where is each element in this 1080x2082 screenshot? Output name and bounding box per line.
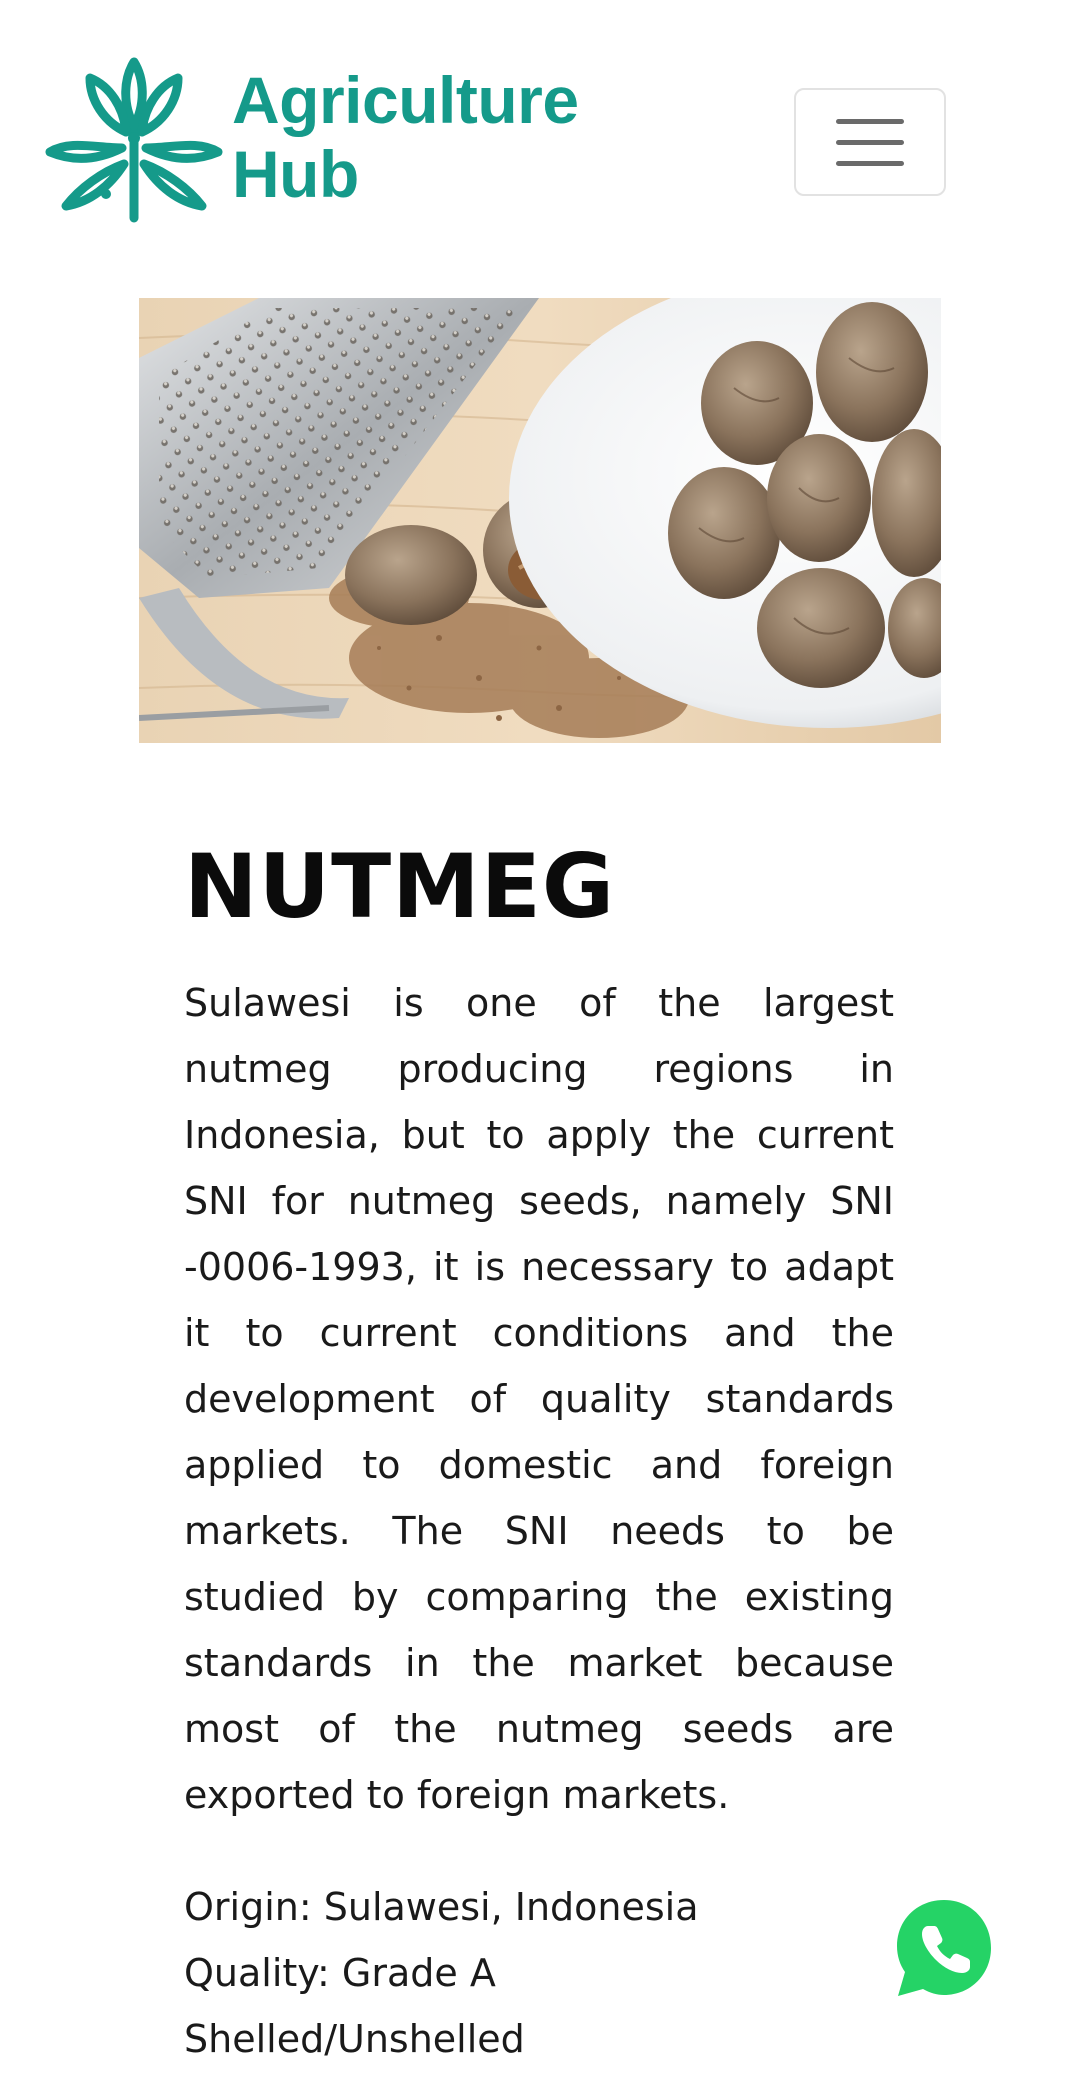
product-specs: Origin: Sulawesi, Indonesia Quality: Gra… [184, 1874, 699, 2072]
spec-origin: Origin: Sulawesi, Indonesia [184, 1885, 699, 1929]
brand-name-line1: Agriculture [232, 63, 579, 137]
menu-toggle-button[interactable] [794, 88, 946, 196]
product-description: Sulawesi is one of the largest nutmeg pr… [184, 981, 894, 1817]
whatsapp-icon [897, 1900, 991, 1996]
hamburger-menu-icon [836, 118, 904, 124]
whatsapp-chat-button[interactable] [892, 1896, 996, 2000]
hero-image [139, 298, 941, 743]
spec-quality: Quality: Grade A [184, 1951, 496, 1995]
hamburger-menu-icon-bar [836, 160, 904, 166]
nutmeg-grater-illustration [139, 298, 941, 743]
product-title: NUTMEG [184, 835, 616, 938]
spec-form: Shelled/Unshelled [184, 2017, 525, 2061]
brand-name: Agriculture Hub [232, 63, 579, 211]
brand-logo[interactable]: Agriculture Hub [44, 56, 579, 226]
hamburger-menu-icon-bar [836, 139, 904, 145]
agriculture-hub-logo-icon [45, 57, 223, 223]
brand-name-line2: Hub [232, 137, 359, 211]
site-header: Agriculture Hub [0, 0, 1080, 260]
